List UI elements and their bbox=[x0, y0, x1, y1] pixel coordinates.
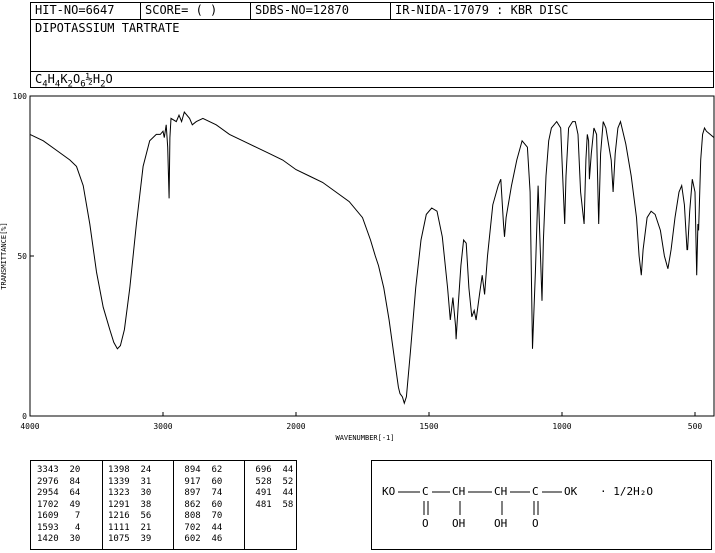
peak-entry: 481 58 bbox=[250, 499, 294, 510]
peak-entry: 808 70 bbox=[179, 511, 223, 521]
peak-entry: 3343 20 bbox=[37, 465, 81, 475]
y-tick-label: 50 bbox=[17, 252, 27, 261]
spectrum-line bbox=[29, 110, 715, 405]
peak-entry: 528 52 bbox=[250, 476, 294, 487]
peak-entry: 1339 31 bbox=[108, 476, 152, 487]
peak-entry: 1593 4 bbox=[37, 522, 81, 533]
peak-entry: 1702 49 bbox=[37, 499, 81, 510]
peak-entry: 602 46 bbox=[179, 534, 223, 544]
peak-entry: 1291 38 bbox=[108, 499, 152, 510]
peak-entry: 1323 30 bbox=[108, 488, 152, 498]
peak-entry: 1075 39 bbox=[108, 534, 152, 544]
y-tick-label: 100 bbox=[13, 92, 28, 101]
x-tick-label: 1000 bbox=[552, 422, 571, 431]
x-tick-label: 1500 bbox=[419, 422, 438, 431]
peak-table: 3343 20 2976 84 2954 64 1702 49 1609 7 1593 4… bbox=[30, 460, 297, 550]
peak-entry: 2976 84 bbox=[37, 476, 81, 487]
peak-entry: 1111 21 bbox=[108, 522, 152, 533]
peak-entry: 702 44 bbox=[179, 522, 223, 533]
x-tick-label: 2000 bbox=[286, 422, 305, 431]
peak-entry: 491 44 bbox=[250, 488, 294, 498]
peak-column-divider bbox=[102, 461, 103, 549]
peak-entry: 1398 24 bbox=[108, 465, 152, 475]
peak-entry: 917 60 bbox=[179, 476, 223, 487]
structure-bonds bbox=[398, 491, 562, 515]
y-axis-label: TRANSMITTANCE[%] bbox=[0, 222, 8, 289]
peak-entry: 1216 56 bbox=[108, 511, 152, 521]
peak-entry: 894 62 bbox=[179, 465, 223, 475]
peak-entry: 1609 7 bbox=[37, 511, 81, 521]
x-tick-label: 500 bbox=[688, 422, 703, 431]
peak-entry: 696 44 bbox=[250, 465, 294, 475]
x-tick-label: 4000 bbox=[20, 422, 39, 431]
y-tick-label: 0 bbox=[22, 412, 27, 421]
peak-entry: 2954 64 bbox=[37, 488, 81, 498]
peak-entry: 862 60 bbox=[179, 499, 223, 510]
peak-column-divider bbox=[173, 461, 174, 549]
peak-entry: 1420 30 bbox=[37, 534, 81, 544]
x-axis-label: WAVENUMBER[-1] bbox=[335, 434, 394, 442]
ir-spectrum-chart: 100500 4000 3000 2000 1500 1000 500 WAVENUMBE… bbox=[0, 92, 715, 442]
peak-column-divider bbox=[244, 461, 245, 549]
x-tick-label: 3000 bbox=[153, 422, 172, 431]
structure-diagram: KO C CH CH C OK · 1/2H₂O O OH OH O bbox=[371, 460, 712, 550]
peak-entry: 897 74 bbox=[179, 488, 223, 498]
